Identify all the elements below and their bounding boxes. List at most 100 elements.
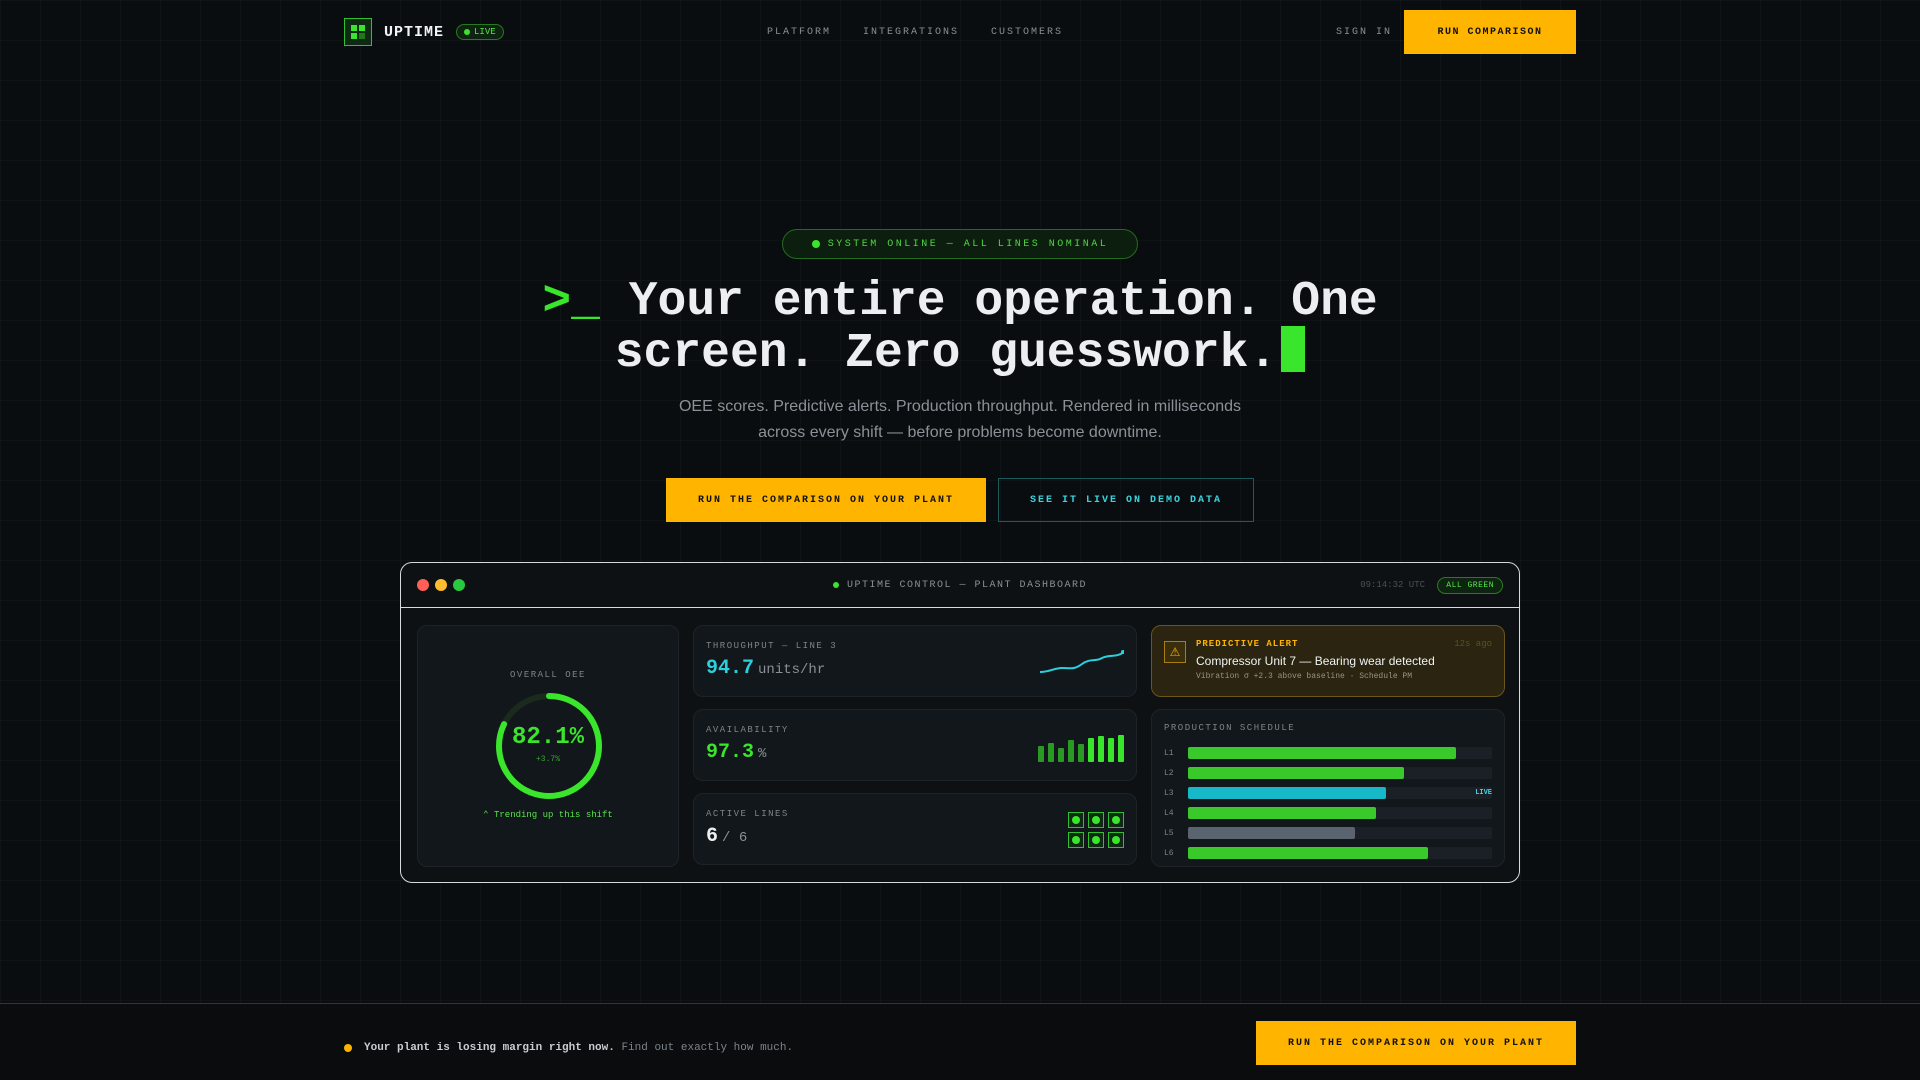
throughput-sparkline-path <box>1040 651 1124 673</box>
schedule-track <box>1188 807 1492 819</box>
active-lines-value-group: 6/ 6 <box>706 825 747 848</box>
schedule-live-tag: LIVE <box>1475 789 1492 797</box>
oee-label: OVERALL OEE <box>510 670 586 680</box>
schedule-track <box>1188 847 1492 859</box>
logo[interactable]: UPTIME LIVE <box>344 18 504 46</box>
nav-link-platform[interactable]: PLATFORM <box>767 27 831 38</box>
status-dot-icon <box>811 240 820 248</box>
oee-card: OVERALL OEE 82.1% +3.7% ⌃ Trending up th… <box>417 625 679 867</box>
dashboard-preview: UPTIME CONTROL — PLANT DASHBOARD 09:14:3… <box>400 562 1520 883</box>
brand-name: UPTIME <box>384 23 445 41</box>
live-badge: LIVE <box>456 24 504 40</box>
availability-unit: % <box>758 746 767 762</box>
footer-run-comparison-button[interactable]: RUN THE COMPARISON ON YOUR PLANT <box>1256 1021 1576 1065</box>
schedule-row: L6 <box>1164 843 1492 863</box>
schedule-track <box>1188 747 1492 759</box>
top-nav: UPTIME LIVE PLATFORM INTEGRATIONS CUSTOM… <box>344 10 1576 54</box>
line-status-icon <box>1068 832 1084 848</box>
line-status-icon <box>1088 812 1104 828</box>
active-lines-grid <box>1068 812 1124 848</box>
throughput-sparkline <box>1040 650 1124 673</box>
dashboard-title: UPTIME CONTROL — PLANT DASHBOARD <box>401 580 1519 591</box>
line-status-icon <box>1108 812 1124 828</box>
hero-title-text: Your entire operation. One screen. Zero … <box>614 275 1378 381</box>
schedule-line-label: L2 <box>1164 768 1174 778</box>
oee-delta: +3.7% <box>535 755 560 764</box>
trend-up-icon: ⌃ <box>483 810 489 820</box>
availability-value-group: 97.3% <box>706 741 766 764</box>
active-lines-total: / 6 <box>722 830 748 846</box>
production-schedule-card: PRODUCTION SCHEDULE L1 L2 L3 LIVE L4 L5 L6 <box>1151 709 1505 867</box>
schedule-progress-bar <box>1188 807 1377 819</box>
schedule-track <box>1188 827 1492 839</box>
availability-bar <box>1108 738 1114 762</box>
throughput-label: THROUGHPUT — LINE 3 <box>706 641 838 651</box>
predictive-alert-card[interactable]: ⚠ PREDICTIVE ALERT 12s ago Compressor Un… <box>1151 625 1505 697</box>
logo-grid-icon <box>344 18 372 46</box>
availability-bar <box>1088 738 1094 762</box>
schedule-line-label: L5 <box>1164 828 1174 838</box>
active-lines-value: 6 <box>706 825 719 848</box>
availability-bar <box>1038 746 1044 762</box>
see-live-demo-button[interactable]: SEE IT LIVE ON DEMO DATA <box>998 478 1254 522</box>
schedule-track <box>1188 767 1492 779</box>
oee-value: 82.1% <box>511 724 584 751</box>
nav-links: PLATFORM INTEGRATIONS CUSTOMERS <box>767 27 1063 38</box>
active-lines-label: ACTIVE LINES <box>706 809 789 819</box>
oee-trend: ⌃ Trending up this shift <box>418 810 678 820</box>
availability-card: AVAILABILITY 97.3% <box>693 709 1137 781</box>
footer-alert-dot-icon <box>344 1044 352 1052</box>
sign-in-link[interactable]: SIGN IN <box>1336 27 1392 38</box>
availability-bar <box>1098 736 1104 762</box>
line-status-icon <box>1088 832 1104 848</box>
oee-trend-text: Trending up this shift <box>494 810 613 820</box>
schedule-row: L4 <box>1164 803 1492 823</box>
terminal-cursor-icon <box>1281 326 1306 372</box>
line-status-icon <box>1068 812 1084 828</box>
schedule-progress-bar <box>1188 747 1456 759</box>
schedule-line-label: L4 <box>1164 808 1174 818</box>
schedule-progress-bar <box>1188 787 1386 799</box>
hero-subtitle: OEE scores. Predictive alerts. Productio… <box>678 398 1242 441</box>
availability-bar <box>1048 742 1054 762</box>
alert-description: Vibration σ +2.3 above baseline · Schedu… <box>1196 672 1413 681</box>
schedule-track <box>1188 787 1492 799</box>
throughput-card: THROUGHPUT — LINE 3 94.7 units/hr <box>693 625 1137 697</box>
availability-bars <box>1038 730 1124 762</box>
schedule-row: L2 <box>1164 763 1492 783</box>
footer-message-text: Your plant is losing margin right now. F… <box>364 1042 793 1054</box>
system-status-text: SYSTEM ONLINE — ALL LINES NOMINAL <box>827 238 1109 250</box>
live-badge-label: LIVE <box>474 27 496 37</box>
schedule-progress-bar <box>1188 847 1429 859</box>
alert-label: PREDICTIVE ALERT <box>1196 639 1299 649</box>
system-status-badge: SYSTEM ONLINE — ALL LINES NOMINAL <box>782 229 1138 259</box>
alert-time: 12s ago <box>1454 639 1492 649</box>
hero-title: >_ Your entire operation. One screen. Ze… <box>460 278 1460 378</box>
run-comparison-plant-button[interactable]: RUN THE COMPARISON ON YOUR PLANT <box>666 478 986 522</box>
dashboard-time: 09:14:32 UTC <box>1360 580 1425 590</box>
throughput-unit: units/hr <box>758 662 826 678</box>
nav-link-customers[interactable]: CUSTOMERS <box>991 27 1063 38</box>
schedule-progress-bar <box>1188 827 1356 839</box>
schedule-label: PRODUCTION SCHEDULE <box>1164 723 1296 733</box>
dashboard-status-dot-icon <box>832 582 839 588</box>
all-green-badge: ALL GREEN <box>1437 576 1503 594</box>
nav-link-integrations[interactable]: INTEGRATIONS <box>863 27 959 38</box>
warning-icon: ⚠ <box>1164 641 1186 663</box>
throughput-value-group: 94.7 units/hr <box>706 657 825 680</box>
sticky-footer-bar: Your plant is losing margin right now. F… <box>0 1003 1920 1080</box>
footer-text: Find out exactly how much. <box>621 1042 794 1054</box>
run-comparison-button[interactable]: RUN COMPARISON <box>1404 10 1576 54</box>
terminal-prompt-icon: >_ <box>542 275 600 329</box>
availability-bar <box>1068 739 1074 762</box>
live-dot-icon <box>464 29 471 35</box>
schedule-row: L1 <box>1164 743 1492 763</box>
alert-title: Compressor Unit 7 — Bearing wear detecte… <box>1196 654 1435 668</box>
schedule-progress-bar <box>1188 767 1404 779</box>
dashboard-header: UPTIME CONTROL — PLANT DASHBOARD 09:14:3… <box>401 563 1519 608</box>
schedule-line-label: L3 <box>1164 788 1174 798</box>
footer-message: Your plant is losing margin right now. F… <box>344 1042 793 1054</box>
availability-bar <box>1078 744 1084 762</box>
nav-actions: SIGN IN RUN COMPARISON <box>1336 10 1576 54</box>
dashboard-title-text: UPTIME CONTROL — PLANT DASHBOARD <box>846 579 1088 591</box>
